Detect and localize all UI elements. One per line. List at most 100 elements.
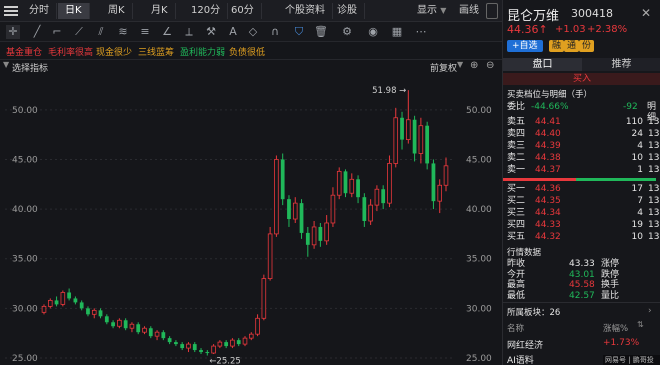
bid-level-5[interactable]: 买五 44.32 10 13:5 bbox=[503, 232, 660, 243]
measure-tool-icon[interactable]: ⚒ bbox=[204, 25, 218, 39]
quote-row: 昨收 43.33 涨停 bbox=[503, 259, 660, 270]
tab-120min[interactable]: 120分 bbox=[184, 3, 229, 19]
ask-level-3[interactable]: 卖三 44.39 4 13:5 bbox=[503, 141, 660, 152]
candle bbox=[148, 326, 153, 339]
sector-item[interactable]: 网红经济 bbox=[507, 338, 543, 351]
more-icon[interactable]: ⋯ bbox=[414, 25, 428, 39]
candle bbox=[362, 193, 367, 227]
candle bbox=[311, 221, 317, 249]
gann-tool-icon[interactable]: ⟂ bbox=[182, 25, 196, 39]
buy-button[interactable]: 买入 bbox=[503, 73, 660, 85]
tag-low-debt[interactable]: 负债很低 bbox=[229, 45, 265, 58]
quote-key2: 换手 bbox=[601, 280, 620, 290]
tab-order-book[interactable]: 盘口 bbox=[503, 58, 582, 71]
quote-key2: 量比 bbox=[601, 290, 620, 301]
bid-level-1-price: 44.36 bbox=[535, 184, 561, 194]
menu-icon[interactable] bbox=[4, 4, 18, 18]
ask-level-4[interactable]: 卖四 44.40 24 13:5 bbox=[503, 129, 660, 140]
tab-monthly[interactable]: 月K bbox=[144, 3, 176, 19]
close-icon[interactable]: ✕ bbox=[641, 6, 651, 20]
delete-icon[interactable]: 🗑 bbox=[314, 25, 328, 39]
tag-low-cash[interactable]: 现金很少 bbox=[96, 45, 132, 58]
y-axis-tick-left: 50.00 bbox=[12, 106, 38, 116]
trash-bin-icon[interactable]: ◇ bbox=[246, 25, 260, 39]
bid-level-5-label: 买五 bbox=[507, 232, 526, 242]
lock-icon[interactable]: ⛉ bbox=[292, 25, 306, 39]
candle bbox=[280, 153, 285, 206]
bid-level-5-volume: 10 bbox=[631, 232, 643, 242]
bid-level-2[interactable]: 买二 44.35 7 13:5 bbox=[503, 196, 660, 207]
settings-gear-icon[interactable]: ⚙ bbox=[340, 25, 354, 39]
tag-three-line-bluechip[interactable]: 三线蓝筹 bbox=[138, 45, 174, 58]
angle-tool-icon[interactable]: ∠ bbox=[160, 25, 174, 39]
tab-60min[interactable]: 60分 bbox=[224, 3, 262, 19]
segment-tool-icon[interactable]: ⌐ bbox=[50, 25, 64, 39]
tab-stock-profile[interactable]: 个股资料 bbox=[278, 3, 333, 19]
candle bbox=[412, 115, 417, 162]
candle bbox=[393, 107, 399, 168]
ask-level-5-volume: 110 bbox=[625, 117, 643, 127]
bid-level-4[interactable]: 买四 44.33 19 13:5 bbox=[503, 220, 660, 231]
text-tool-icon[interactable]: A bbox=[226, 25, 240, 39]
ask-level-3-price: 44.39 bbox=[535, 141, 561, 151]
ask-level-2[interactable]: 卖二 44.38 10 13:5 bbox=[503, 153, 660, 164]
y-axis-tick-right: 50.00 bbox=[466, 106, 492, 116]
chart-header: ▼ 选择指标 前复权 ▼ ⊕ ⊖ bbox=[0, 59, 502, 74]
bid-level-3[interactable]: 买三 44.34 4 13:5 bbox=[503, 208, 660, 219]
chevron-right-icon[interactable]: › bbox=[648, 306, 652, 316]
bid-level-4-volume: 19 bbox=[631, 220, 643, 230]
quote-title: 行情数据 bbox=[507, 248, 542, 258]
divider bbox=[503, 302, 660, 303]
ask-level-3-label: 卖三 bbox=[507, 141, 526, 151]
channel-tool-icon[interactable]: ≋ bbox=[116, 25, 130, 39]
candle bbox=[431, 159, 436, 210]
tag-fund-heavy[interactable]: 基金重仓 bbox=[6, 45, 42, 58]
bid-level-4-time: 13:5 bbox=[648, 220, 660, 230]
candle bbox=[336, 167, 342, 200]
candle bbox=[437, 179, 443, 214]
tab-intraday[interactable]: 分时 bbox=[22, 3, 57, 19]
tab-diagnosis[interactable]: 诊股 bbox=[330, 3, 365, 19]
tab-weekly[interactable]: 周K bbox=[101, 3, 133, 19]
ask-level-5[interactable]: 卖五 44.41 110 13:5 bbox=[503, 117, 660, 128]
draw-line-button[interactable]: 画线 bbox=[452, 3, 486, 19]
candle bbox=[154, 330, 160, 341]
tab-daily[interactable]: 日K bbox=[58, 3, 90, 19]
eye-icon[interactable]: ◉ bbox=[366, 25, 380, 39]
candle bbox=[255, 314, 260, 337]
chevron-down-icon[interactable]: ▼ bbox=[3, 60, 9, 69]
tag-weak-profitability[interactable]: 盈利能力弱 bbox=[180, 45, 225, 58]
parallel-tool-icon[interactable]: ⫽ bbox=[94, 25, 108, 39]
fibonacci-tool-icon[interactable]: ≡ bbox=[138, 25, 152, 39]
sector-item[interactable]: AI语料 bbox=[507, 353, 534, 365]
bid-level-3-time: 13:5 bbox=[648, 208, 660, 218]
candle bbox=[104, 314, 109, 325]
candle bbox=[73, 296, 78, 305]
zoom-out-icon[interactable]: ⊖ bbox=[486, 60, 494, 71]
ray-tool-icon[interactable]: ⟋ bbox=[72, 25, 86, 39]
bid-level-1[interactable]: 买一 44.36 17 13:5 bbox=[503, 184, 660, 195]
layout-icon[interactable]: ▦ bbox=[390, 25, 404, 39]
candle bbox=[368, 199, 373, 225]
ask-level-1[interactable]: 卖一 44.37 1 13:5 bbox=[503, 165, 660, 176]
y-axis-tick-right: 45.00 bbox=[466, 155, 492, 165]
tag-high-gross-margin[interactable]: 毛利率很高 bbox=[48, 45, 93, 58]
tab-recommend[interactable]: 推荐 bbox=[582, 58, 660, 71]
candle bbox=[47, 298, 53, 309]
panel-toggle-icon[interactable] bbox=[486, 3, 498, 19]
display-dropdown[interactable]: 显示 ▼ bbox=[410, 3, 453, 19]
stock-connect-tag: 通 bbox=[564, 40, 580, 52]
sort-icon[interactable]: ⇅ bbox=[637, 320, 644, 329]
line-tool-icon[interactable]: ╱ bbox=[30, 25, 44, 39]
candle bbox=[305, 226, 310, 257]
candlestick-chart[interactable]: 50.00 50.00 45.00 45.00 40.00 40.00 35.00 35.00… bbox=[0, 73, 502, 365]
candle bbox=[318, 222, 323, 247]
add-watchlist-button[interactable]: +自选 bbox=[507, 40, 543, 52]
magnet-icon[interactable]: ∩ bbox=[268, 25, 282, 39]
candle bbox=[123, 318, 128, 331]
candle bbox=[54, 296, 59, 307]
zoom-in-icon[interactable]: ⊕ bbox=[470, 60, 478, 71]
panel-tabs: 盘口 推荐 bbox=[503, 58, 660, 71]
crosshair-icon[interactable]: ✛ bbox=[6, 25, 20, 39]
quote-key: 最低 bbox=[507, 290, 526, 301]
